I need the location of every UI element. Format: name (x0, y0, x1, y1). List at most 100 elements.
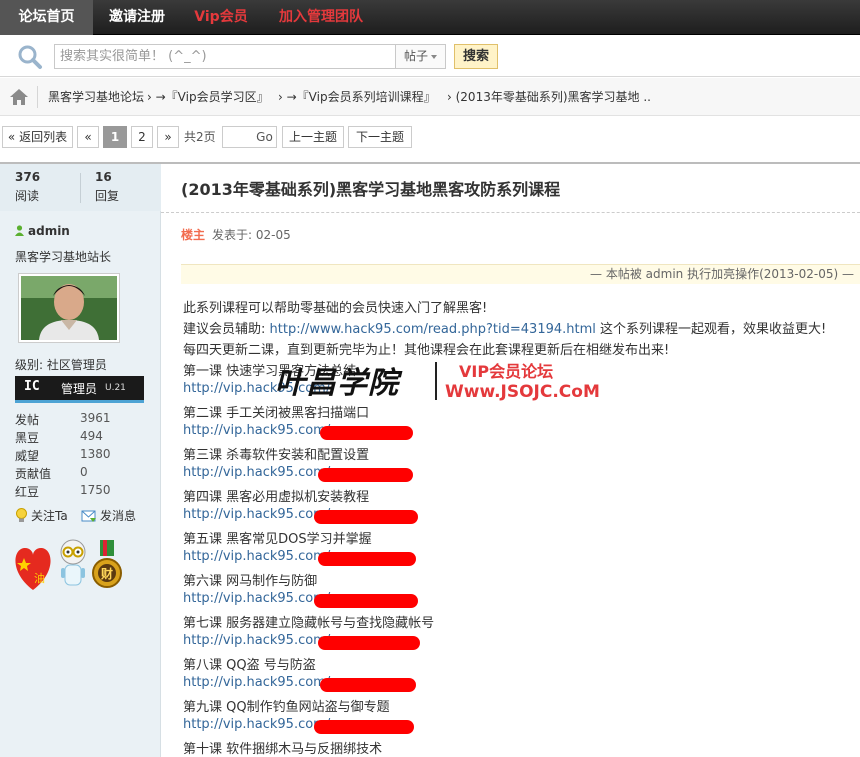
stat-label: 发帖 (15, 413, 40, 427)
lesson-title: 第七课 服务器建立隐藏帐号与查找隐藏帐号 (183, 616, 435, 631)
stat-value: 3961 (80, 411, 111, 425)
home-icon[interactable] (9, 87, 29, 107)
page-jump-input[interactable] (222, 126, 254, 148)
medal-glyph: 财 (100, 566, 113, 581)
wealth-medal-icon[interactable]: 财 (92, 540, 122, 588)
nav-forum-home[interactable]: 论坛首页 (0, 0, 93, 35)
stat-value: 1750 (80, 483, 111, 497)
search-input[interactable]: 搜索其实很简单！ (^_^) (54, 44, 396, 69)
breadcrumb-vip-area[interactable]: › →『Vip会员学习区』 (147, 78, 269, 116)
lesson-link[interactable]: http://vip.hack95.com/ (183, 423, 330, 438)
thread-stats: 376 阅读 16 回复 (0, 164, 161, 211)
stat-value: 0 (80, 465, 88, 479)
heart-medal-icon[interactable]: 油 (15, 548, 51, 590)
intro-link[interactable]: http://www.hack95.com/read.php?tid=43194… (270, 322, 596, 337)
intro-line: 建议会员辅助: http://www.hack95.com/read.php?t… (183, 318, 826, 337)
redaction-mark (320, 678, 416, 692)
send-message-button[interactable]: 发消息 (81, 507, 136, 524)
watermark-url: Www.JSOJC.CoM (445, 382, 600, 402)
lesson-title: 第一课 快速学习黑客方法总结 (183, 364, 357, 379)
watermark-divider (435, 362, 437, 400)
robot-medal-icon[interactable] (60, 539, 86, 586)
user-title: 黑客学习基地站长 (15, 250, 112, 264)
follow-label: 关注Ta (31, 509, 68, 523)
stat-row-prestige: 威望 1380 (15, 447, 155, 464)
reads-label: 阅读 (15, 189, 40, 203)
user-sidebar: 376 阅读 16 回复 admin 黑客学习基地站长 级别: 社区管理员 IC… (0, 164, 161, 757)
lesson-title: 第四课 黑客必用虚拟机安装教程 (183, 490, 370, 505)
lesson-title: 第六课 网马制作与防御 (183, 574, 318, 589)
lesson-link[interactable]: http://vip.hack95.com/ (183, 549, 330, 564)
page-prev-button[interactable]: « (77, 126, 99, 148)
lesson-title: 第三课 杀毒软件安装和配置设置 (183, 448, 370, 463)
page-2-button[interactable]: 2 (131, 126, 153, 148)
breadcrumb-divider (37, 86, 38, 108)
search-bar: 搜索其实很简单！ (^_^) 帖子 搜索 (0, 36, 860, 77)
stat-label: 威望 (15, 449, 40, 463)
redaction-mark (318, 468, 413, 482)
prev-topic-button[interactable]: 上一主题 (282, 126, 344, 148)
stat-value: 1380 (80, 447, 111, 461)
lesson-title: 第八课 QQ盗 号与防盗 (183, 658, 316, 673)
search-button[interactable]: 搜索 (454, 44, 498, 69)
breadcrumb-current: › (2013年零基础系列)黑客学习基地 .. (447, 90, 651, 104)
nav-invite-register[interactable]: 邀请注册 (93, 0, 181, 35)
username-text: admin (28, 224, 70, 238)
badge-version: U.21 (105, 383, 126, 393)
watermark-vip: VIP会员论坛 (459, 362, 554, 381)
stat-row-posts: 发帖 3961 (15, 411, 155, 428)
follow-button[interactable]: 关注Ta (15, 507, 68, 524)
lesson-link[interactable]: http://vip.hack95.com/ (183, 717, 330, 732)
admin-badge: IC 管理员 U.21 (15, 376, 144, 403)
replies-label: 回复 (95, 189, 120, 203)
lesson-title: 第九课 QQ制作钓鱼网站盗与御专题 (183, 700, 390, 715)
lesson-link[interactable]: http://vip.hack95.com/ (183, 465, 330, 480)
page-next-button[interactable]: » (157, 126, 179, 148)
next-topic-button[interactable]: 下一主题 (348, 126, 412, 148)
lesson-title: 第五课 黑客常见DOS学习并掌握 (183, 532, 372, 547)
top-nav: 论坛首页 邀请注册 Vip会员 加入管理团队 (0, 0, 860, 35)
redaction-mark (320, 426, 413, 440)
lesson-link[interactable]: http://vip.hack95.com/ (183, 507, 330, 522)
stat-row-contribution: 贡献值 0 (15, 465, 155, 482)
stat-row-red-beans: 红豆 1750 (15, 483, 155, 500)
stat-row-black-beans: 黑豆 494 (15, 429, 155, 446)
lesson-link[interactable]: http://vip.hack95.com/ (183, 675, 330, 690)
replies-count: 16 (95, 170, 112, 184)
moderation-note: — 本帖被 admin 执行加亮操作(2013-02-05) — (181, 264, 860, 284)
avatar[interactable] (18, 273, 120, 343)
lesson-title: 第二课 手工关闭被黑客扫描端口 (183, 406, 370, 421)
breadcrumb: 黑客学习基地论坛 › →『Vip会员学习区』 › →『Vip会员系列培训课程』 … (0, 78, 860, 116)
message-icon (81, 510, 96, 522)
breadcrumb-vip-courses[interactable]: › →『Vip会员系列培训课程』 (278, 78, 436, 116)
redaction-mark (314, 594, 418, 608)
stat-label: 贡献值 (15, 467, 52, 481)
post-time: 发表于: 02-05 (212, 228, 291, 242)
badge-title: 管理员 (61, 382, 98, 396)
breadcrumb-forum[interactable]: 黑客学习基地论坛 (48, 78, 144, 116)
nav-join-admin[interactable]: 加入管理团队 (261, 0, 381, 35)
medal-list: 油 财 (13, 538, 133, 594)
intro-prefix: 建议会员辅助: (183, 322, 270, 337)
lesson-link[interactable]: http://vip.hack95.com/ (183, 591, 330, 606)
search-type-select[interactable]: 帖子 (396, 44, 446, 69)
page-total: 共2页 (184, 130, 216, 144)
lesson-link[interactable]: http://vip.hack95.com/ (183, 633, 330, 648)
user-level: 级别: 社区管理员 (15, 358, 107, 372)
redaction-mark (318, 636, 420, 650)
avatar-photo (21, 276, 117, 340)
page-go-button[interactable]: Go (253, 126, 277, 148)
back-to-list-button[interactable]: « 返回列表 (2, 126, 73, 148)
stat-label: 红豆 (15, 485, 40, 499)
online-user-icon (15, 225, 24, 236)
chevron-down-icon (431, 54, 437, 59)
author-tag: 楼主 (181, 228, 206, 242)
username[interactable]: admin (15, 224, 70, 238)
lesson-link[interactable]: http://vip.hack95.com/ (183, 381, 330, 396)
pager: « 返回列表 « 1 2 » 共2页 Go 上一主题 下一主题 (0, 117, 860, 157)
redaction-mark (318, 552, 416, 566)
badge-icon: IC (24, 379, 40, 394)
title-divider (161, 212, 860, 213)
page-1-button[interactable]: 1 (103, 126, 127, 148)
nav-vip[interactable]: Vip会员 (181, 0, 261, 35)
